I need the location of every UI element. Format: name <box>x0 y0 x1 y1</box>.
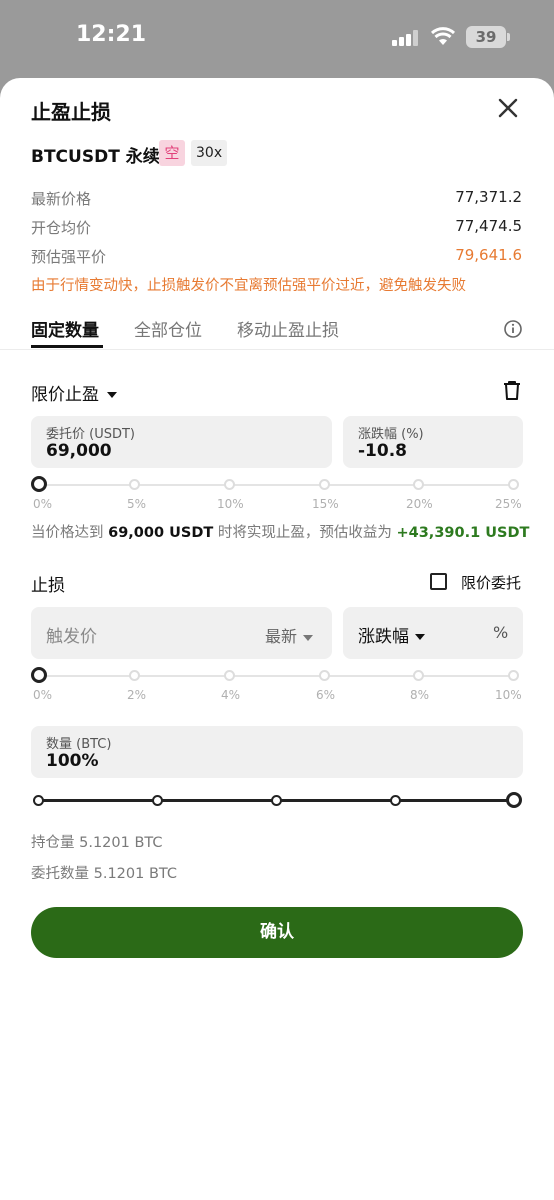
quantity-tick[interactable] <box>271 795 282 806</box>
take-profit-title: 限价止盈 <box>31 385 99 405</box>
limit-order-label: 限价委托 <box>461 574 522 592</box>
sl-pct-select-value: 涨跌幅 <box>358 627 409 647</box>
tp-info-price: 69,000 USDT <box>108 525 214 541</box>
tp-slider-knob[interactable] <box>31 476 47 492</box>
caret-down-icon <box>303 634 314 641</box>
trash-icon[interactable] <box>503 380 521 400</box>
tp-tick[interactable] <box>224 479 235 490</box>
sl-pct-select[interactable]: 涨跌幅 <box>358 622 425 647</box>
sheet-title: 止盈止损 <box>31 100 111 124</box>
confirm-button[interactable]: 确认 <box>31 907 523 958</box>
tp-slider-track <box>39 484 515 486</box>
sl-slider-track <box>39 675 515 677</box>
sl-tick-label: 0% <box>33 688 53 702</box>
tp-price-label: 委托价 (USDT) <box>46 427 135 442</box>
wifi-icon <box>430 27 456 45</box>
tp-info-profit: +43,390.1 USDT <box>396 525 530 541</box>
tp-pct-input[interactable]: 涨跌幅 (%) -10.8 <box>343 416 523 468</box>
sl-tick-label: 10% <box>495 688 522 702</box>
sl-trigger-input[interactable]: 触发价 最新 <box>31 607 332 659</box>
tp-tick[interactable] <box>319 479 330 490</box>
caret-down-icon <box>415 634 425 640</box>
tp-tick[interactable] <box>413 479 424 490</box>
quantity-value: 100% <box>46 751 99 771</box>
tp-info-prefix: 当价格达到 <box>31 525 104 541</box>
tp-tick-label: 15% <box>312 497 339 511</box>
sl-pct-input[interactable]: 涨跌幅 % <box>343 607 523 659</box>
sl-tick[interactable] <box>319 670 330 681</box>
sl-slider[interactable]: 0% 2% 4% 6% 8% 10% <box>31 667 523 703</box>
tp-estimate-text: 当价格达到 69,000 USDT 时将实现止盈，预估收益为 +43,390.1… <box>31 521 529 542</box>
sl-tick[interactable] <box>508 670 519 681</box>
tp-info-mid: 时将实现止盈，预估收益为 <box>217 525 392 541</box>
signal-icon <box>392 30 420 46</box>
tab-bar: 固定数量 全部仓位 移动止盈止损 <box>0 314 554 350</box>
order-quantity: 委托数量 5.1201 BTC <box>31 866 178 882</box>
sl-slider-knob[interactable] <box>31 667 47 683</box>
tp-tick-label: 20% <box>406 497 433 511</box>
tp-pct-value: -10.8 <box>358 441 407 461</box>
tab-fixed-quantity[interactable]: 固定数量 <box>31 316 99 341</box>
trigger-type-value: 最新 <box>265 627 298 646</box>
stop-loss-title: 止损 <box>31 576 65 596</box>
tp-pct-label: 涨跌幅 (%) <box>358 427 424 442</box>
trigger-type-select[interactable]: 最新 <box>265 623 314 647</box>
latest-price-label: 最新价格 <box>31 190 92 208</box>
warning-text: 由于行情变动快，止损触发价不宜离预估强平价过近，避免触发失败 <box>31 278 466 294</box>
sl-tick-label: 4% <box>221 688 241 702</box>
tp-tick-label: 0% <box>33 497 53 511</box>
sl-tick[interactable] <box>224 670 235 681</box>
sl-pct-unit: % <box>493 623 509 642</box>
sl-tick[interactable] <box>413 670 424 681</box>
tp-tick[interactable] <box>508 479 519 490</box>
tp-tick[interactable] <box>129 479 140 490</box>
position-size: 持仓量 5.1201 BTC <box>31 835 163 851</box>
tp-tick-label: 25% <box>495 497 522 511</box>
sl-tick-label: 6% <box>316 688 336 702</box>
liq-price-label: 预估强平价 <box>31 248 107 266</box>
entry-price-value: 77,474.5 <box>455 217 522 235</box>
leverage-badge: 30x <box>191 140 228 166</box>
tp-slider[interactable]: 0% 5% 10% 15% 20% 25% <box>31 476 523 512</box>
info-icon[interactable] <box>503 319 523 339</box>
sl-tick[interactable] <box>129 670 140 681</box>
battery-icon: 39 <box>466 26 510 48</box>
quantity-tick[interactable] <box>152 795 163 806</box>
close-icon[interactable] <box>496 96 520 120</box>
tp-tick-label: 5% <box>127 497 147 511</box>
quantity-tick[interactable] <box>390 795 401 806</box>
side-badge: 空 <box>159 140 185 166</box>
latest-price-value: 77,371.2 <box>455 188 522 206</box>
tp-tick-label: 10% <box>217 497 244 511</box>
tp-price-input[interactable]: 委托价 (USDT) 69,000 <box>31 416 332 468</box>
quantity-label: 数量 (BTC) <box>46 737 112 752</box>
limit-order-checkbox[interactable] <box>430 573 447 590</box>
status-time: 12:21 <box>76 22 147 47</box>
contract-symbol: BTCUSDT 永续 <box>31 147 160 167</box>
tab-trailing-stop[interactable]: 移动止盈止损 <box>237 316 339 341</box>
tab-all-positions[interactable]: 全部仓位 <box>134 316 202 341</box>
tp-sl-sheet: 止盈止损 BTCUSDT 永续 空 30x 最新价格 77,371.2 开仓均价… <box>0 78 554 1200</box>
sl-tick-label: 8% <box>410 688 430 702</box>
caret-down-icon <box>107 392 117 398</box>
status-bar: 12:21 39 <box>0 0 554 78</box>
entry-price-label: 开仓均价 <box>31 219 92 237</box>
take-profit-type-select[interactable]: 限价止盈 <box>31 380 117 405</box>
quantity-tick[interactable] <box>33 795 44 806</box>
quantity-slider[interactable] <box>31 790 523 810</box>
quantity-input[interactable]: 数量 (BTC) 100% <box>31 726 523 778</box>
quantity-slider-knob[interactable] <box>506 792 522 808</box>
sl-trigger-placeholder: 触发价 <box>46 627 97 647</box>
liq-price-value: 79,641.6 <box>455 246 522 264</box>
tab-underline <box>31 345 103 348</box>
tp-price-value: 69,000 <box>46 441 112 461</box>
sl-tick-label: 2% <box>127 688 147 702</box>
